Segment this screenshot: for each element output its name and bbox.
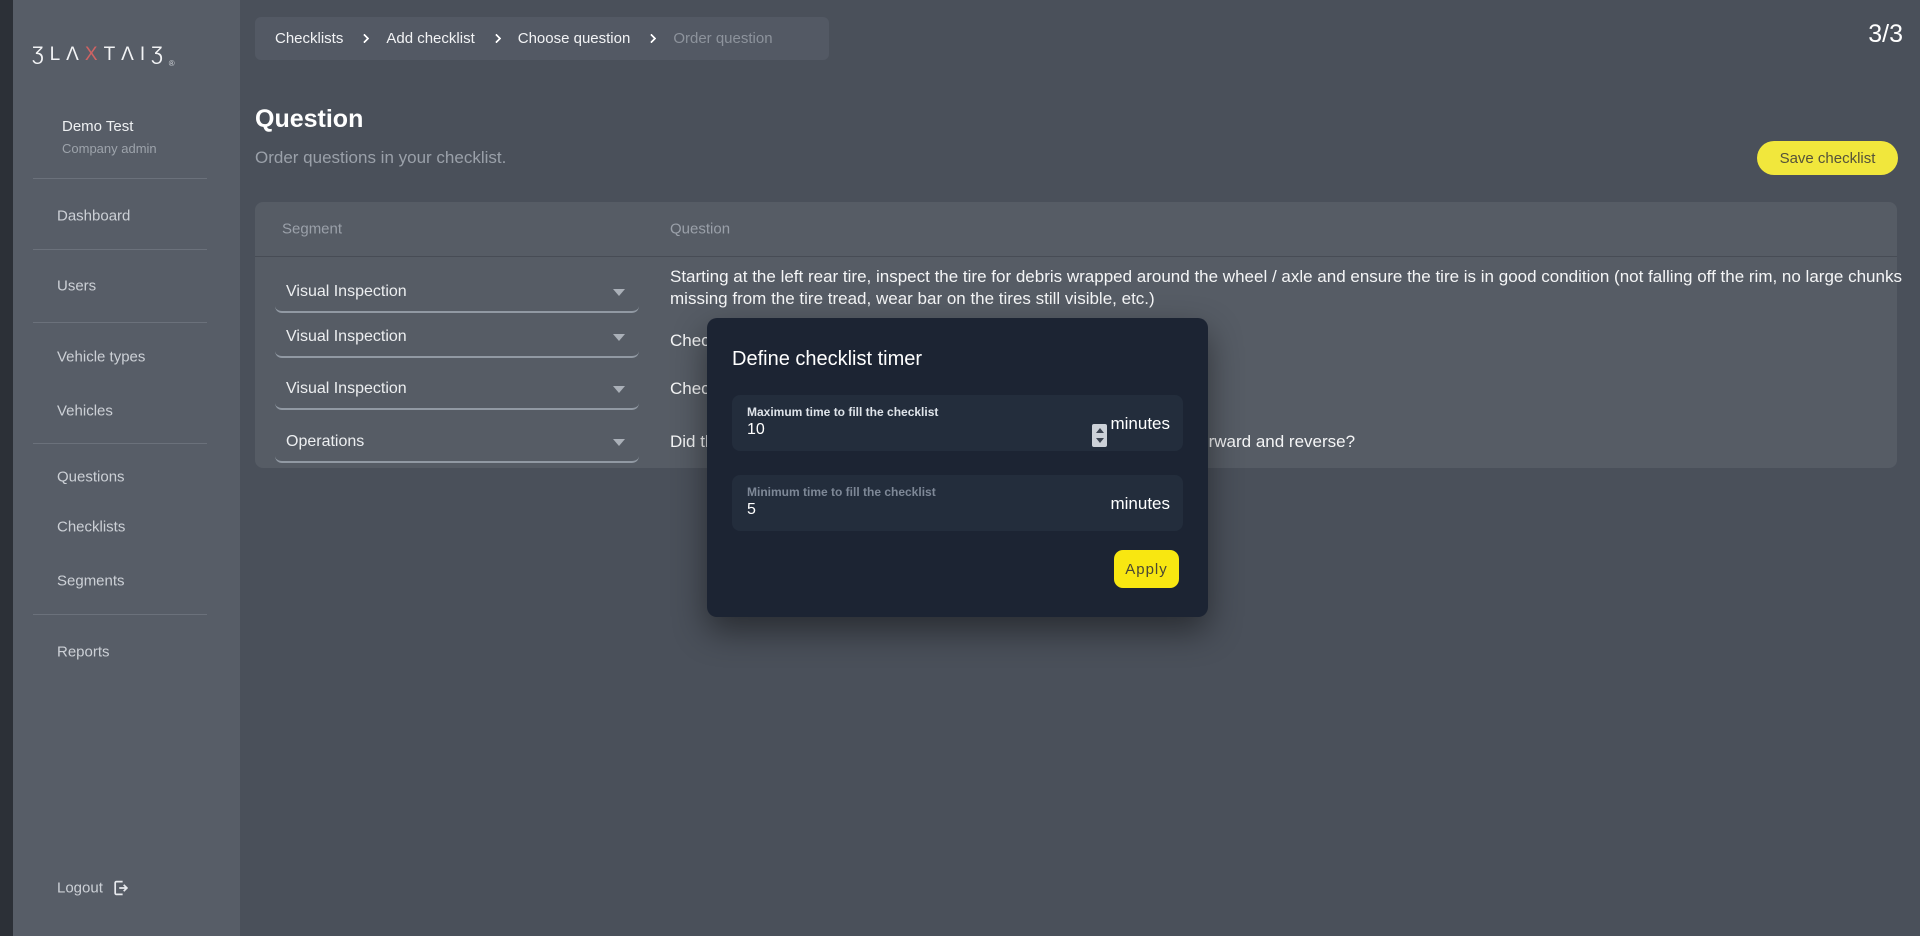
chevron-right-icon [647, 34, 657, 44]
max-time-unit: minutes [1110, 414, 1170, 434]
sidebar-item-vehicle-types[interactable]: Vehicle types [57, 349, 145, 366]
logout-label: Logout [57, 880, 103, 897]
min-time-input[interactable] [747, 501, 1027, 519]
spinner-up-icon[interactable] [1096, 428, 1104, 433]
sidebar-item-questions[interactable]: Questions [57, 469, 125, 486]
logout-button[interactable]: Logout [57, 880, 129, 897]
divider [33, 443, 207, 444]
min-time-unit: minutes [1110, 494, 1170, 514]
segment-select-value: Visual Inspection [286, 283, 613, 301]
table-row: Visual Inspection Starting at the left r… [255, 257, 1897, 318]
breadcrumb-choose-question[interactable]: Choose question [518, 30, 631, 47]
segment-column-header: Segment [282, 221, 342, 238]
max-time-input[interactable] [747, 421, 1027, 439]
divider [33, 178, 207, 179]
divider [33, 614, 207, 615]
sidebar-item-users[interactable]: Users [57, 278, 96, 295]
user-role: Company admin [62, 141, 157, 156]
left-rail [0, 0, 13, 936]
sidebar-item-dashboard[interactable]: Dashboard [57, 208, 130, 225]
chevron-down-icon [613, 334, 625, 341]
sidebar-item-segments[interactable]: Segments [57, 573, 125, 590]
define-checklist-timer-modal: Define checklist timer Maximum time to f… [707, 318, 1208, 617]
segment-select[interactable]: Operations [275, 425, 639, 463]
chevron-down-icon [613, 289, 625, 296]
breadcrumb-add-checklist[interactable]: Add checklist [386, 30, 474, 47]
user-block: Demo Test Company admin [62, 118, 157, 156]
min-time-label: Minimum time to fill the checklist [747, 485, 936, 499]
logo-letters: ƷLΛ [32, 44, 85, 65]
sidebar-item-checklists[interactable]: Checklists [57, 519, 125, 536]
segment-select[interactable]: Visual Inspection [275, 320, 639, 358]
number-spinner[interactable] [1092, 424, 1107, 447]
chevron-right-icon [360, 34, 370, 44]
page-subtitle: Order questions in your checklist. [255, 148, 506, 168]
sidebar-item-reports[interactable]: Reports [57, 644, 110, 661]
user-name: Demo Test [62, 118, 157, 135]
spinner-down-icon[interactable] [1096, 438, 1104, 443]
chevron-down-icon [613, 386, 625, 393]
save-checklist-button[interactable]: Save checklist [1757, 141, 1898, 175]
segment-select-value: Visual Inspection [286, 328, 613, 346]
logo-x-letter: X [85, 44, 104, 65]
breadcrumb: Checklists Add checklist Choose question… [255, 17, 829, 60]
sidebar: ƷLΛXTΛIƷ® Demo Test Company admin Dashbo… [13, 0, 240, 936]
logo-letters: TΛIƷ [104, 44, 169, 65]
registered-mark: ® [169, 59, 175, 68]
divider [33, 322, 207, 323]
page-title: Question [255, 105, 363, 134]
apply-button[interactable]: Apply [1114, 550, 1179, 588]
segment-select[interactable]: Visual Inspection [275, 372, 639, 410]
breadcrumb-checklists[interactable]: Checklists [275, 30, 343, 47]
max-time-label: Maximum time to fill the checklist [747, 405, 938, 419]
question-column-header: Question [670, 221, 730, 238]
step-indicator: 3/3 [1868, 20, 1903, 49]
max-time-field: Maximum time to fill the checklist minut… [732, 395, 1183, 451]
blaxtair-logo: ƷLΛXTΛIƷ® [32, 44, 175, 68]
segment-select-value: Visual Inspection [286, 380, 613, 398]
chevron-down-icon [613, 439, 625, 446]
segment-select-value: Operations [286, 433, 613, 451]
divider [33, 249, 207, 250]
modal-title: Define checklist timer [732, 348, 922, 371]
chevron-right-icon [491, 34, 501, 44]
min-time-field: Minimum time to fill the checklist minut… [732, 475, 1183, 531]
sidebar-item-vehicles[interactable]: Vehicles [57, 403, 113, 420]
logout-icon [112, 880, 129, 897]
breadcrumb-order-question: Order question [673, 30, 772, 47]
table-header: Segment Question [255, 202, 1897, 257]
segment-select[interactable]: Visual Inspection [275, 275, 639, 313]
question-text: Starting at the left rear tire, inspect … [670, 266, 1905, 310]
